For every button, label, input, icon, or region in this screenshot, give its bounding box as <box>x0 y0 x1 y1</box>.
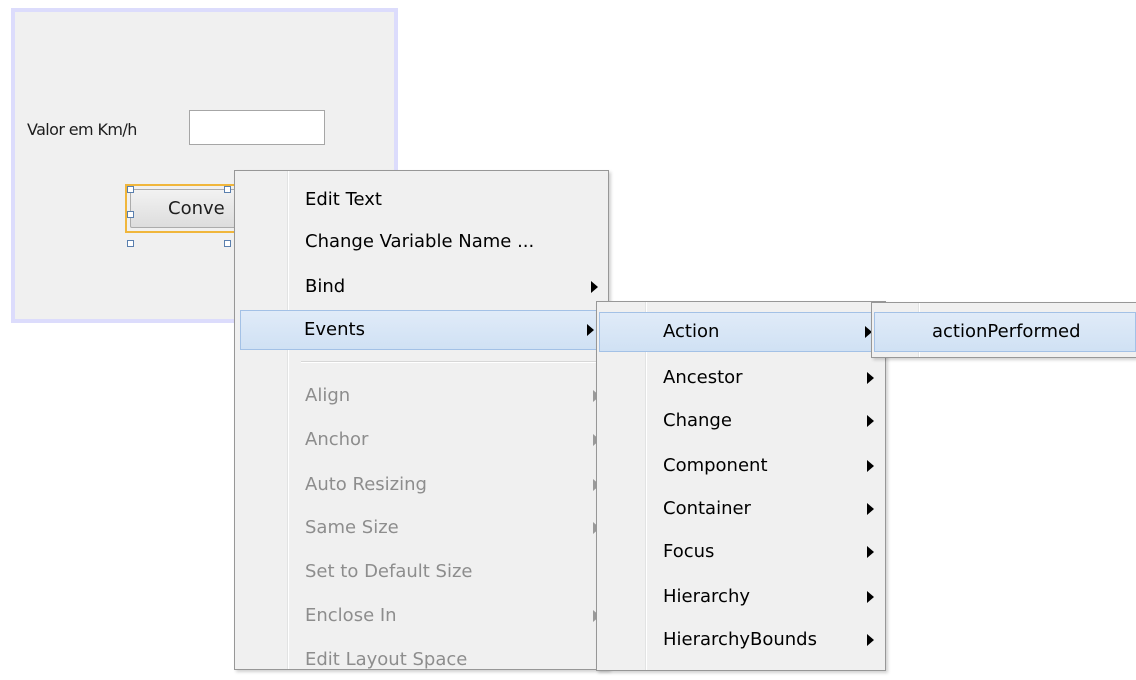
submenu-item-ancestor[interactable]: Ancestor <box>599 358 883 398</box>
resize-handle-top-center[interactable] <box>224 186 231 193</box>
submenu-arrow-icon <box>867 460 874 472</box>
submenu-arrow-icon <box>867 634 874 646</box>
submenu-item-hierarchy-bounds[interactable]: HierarchyBounds <box>599 620 883 660</box>
menu-item-change-variable-name[interactable]: Change Variable Name ... <box>237 222 606 262</box>
submenu-item-action-performed[interactable]: actionPerformed <box>874 312 1136 352</box>
menu-item-edit-text[interactable]: Edit Text <box>237 180 606 220</box>
menu-item-events[interactable]: Events <box>240 310 606 350</box>
submenu-item-change[interactable]: Change <box>599 401 883 441</box>
submenu-item-container[interactable]: Container <box>599 489 883 529</box>
resize-handle-middle-left[interactable] <box>127 211 134 218</box>
submenu-arrow-icon <box>591 281 598 293</box>
events-submenu: Action Ancestor Change Component Contain… <box>596 301 886 671</box>
menu-separator <box>301 361 604 363</box>
action-submenu: actionPerformed <box>871 302 1136 358</box>
menu-item-align[interactable]: Align <box>237 376 606 416</box>
submenu-item-action[interactable]: Action <box>599 312 883 352</box>
convert-button[interactable]: Conve <box>130 189 240 228</box>
menu-item-set-default-size[interactable]: Set to Default Size <box>237 552 606 592</box>
menu-item-auto-resizing[interactable]: Auto Resizing <box>237 465 606 505</box>
submenu-arrow-icon <box>867 546 874 558</box>
menu-item-same-size[interactable]: Same Size <box>237 508 606 548</box>
resize-handle-bottom-center[interactable] <box>224 240 231 247</box>
resize-handle-bottom-left[interactable] <box>127 240 134 247</box>
resize-handle-top-left[interactable] <box>127 186 134 193</box>
menu-item-bind[interactable]: Bind <box>237 267 606 307</box>
menu-item-edit-layout-space[interactable]: Edit Layout Space <box>237 640 606 680</box>
menu-item-enclose-in[interactable]: Enclose In <box>237 596 606 636</box>
context-menu: Edit Text Change Variable Name ... Bind … <box>234 170 609 670</box>
submenu-arrow-icon <box>587 324 594 336</box>
speed-input[interactable] <box>189 110 325 145</box>
submenu-arrow-icon <box>867 503 874 515</box>
submenu-item-component[interactable]: Component <box>599 446 883 486</box>
submenu-arrow-icon <box>867 591 874 603</box>
submenu-item-focus[interactable]: Focus <box>599 532 883 572</box>
submenu-item-hierarchy[interactable]: Hierarchy <box>599 577 883 617</box>
submenu-arrow-icon <box>867 415 874 427</box>
submenu-arrow-icon <box>867 372 874 384</box>
speed-field-label: Valor em Km/h <box>27 120 137 139</box>
menu-item-anchor[interactable]: Anchor <box>237 420 606 460</box>
